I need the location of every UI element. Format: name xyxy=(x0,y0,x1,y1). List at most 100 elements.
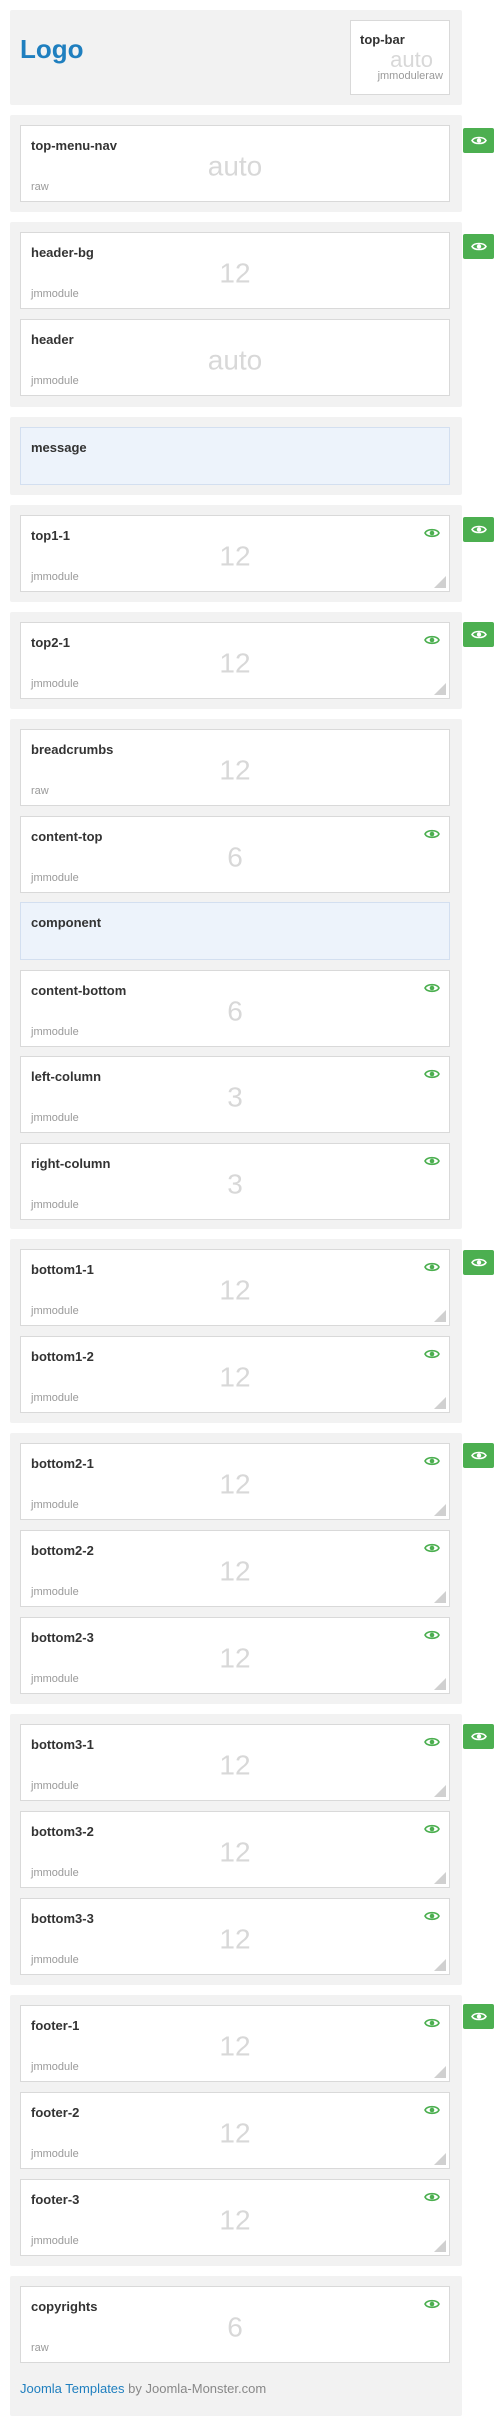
position-bottom3-1[interactable]: bottom3-1 12 jmmodule xyxy=(20,1724,450,1801)
eye-icon[interactable] xyxy=(424,2191,440,2203)
section-visibility-toggle[interactable] xyxy=(463,1724,494,1749)
eye-icon[interactable] xyxy=(424,828,440,840)
section-visibility-toggle[interactable] xyxy=(463,1250,494,1275)
position-type: raw xyxy=(31,785,49,797)
position-size: 12 xyxy=(219,1468,251,1500)
position-copyrights[interactable]: copyrights 6 raw xyxy=(20,2286,450,2363)
eye-icon xyxy=(470,525,487,534)
position-size: 12 xyxy=(219,2030,251,2062)
resize-handle-icon[interactable] xyxy=(434,683,446,695)
eye-icon[interactable] xyxy=(424,527,440,539)
eye-icon[interactable] xyxy=(424,1348,440,1360)
position-top2-1[interactable]: top2-1 12 jmmodule xyxy=(20,622,450,699)
position-bottom3-2[interactable]: bottom3-2 12 jmmodule xyxy=(20,1811,450,1888)
resize-handle-icon[interactable] xyxy=(434,1959,446,1971)
position-bottom3-3[interactable]: bottom3-3 12 jmmodule xyxy=(20,1898,450,1975)
section-visibility-toggle[interactable] xyxy=(463,2004,494,2029)
main-section: breadcrumbs 12 raw content-top 6 jmmodul… xyxy=(10,719,462,1229)
position-content-bottom[interactable]: content-bottom 6 jmmodule xyxy=(20,970,450,1047)
eye-icon[interactable] xyxy=(424,2104,440,2116)
position-type: jmmodule xyxy=(31,1499,79,1511)
section-visibility-toggle[interactable] xyxy=(463,234,494,259)
eye-icon[interactable] xyxy=(424,2298,440,2310)
position-size: 12 xyxy=(219,1555,251,1587)
resize-handle-icon[interactable] xyxy=(434,1310,446,1322)
eye-icon[interactable] xyxy=(424,1542,440,1554)
position-right-column[interactable]: right-column 3 jmmodule xyxy=(20,1143,450,1220)
resize-handle-icon[interactable] xyxy=(434,1504,446,1516)
position-size: 3 xyxy=(227,1168,243,1200)
position-content-top[interactable]: content-top 6 jmmodule xyxy=(20,816,450,893)
resize-handle-icon[interactable] xyxy=(434,1591,446,1603)
eye-icon[interactable] xyxy=(424,1910,440,1922)
joomla-templates-link[interactable]: Joomla Templates xyxy=(20,2381,125,2396)
eye-icon xyxy=(470,136,487,145)
resize-handle-icon[interactable] xyxy=(434,1397,446,1409)
position-bottom1-2[interactable]: bottom1-2 12 jmmodule xyxy=(20,1336,450,1413)
bottom3-section: bottom3-1 12 jmmodule bottom3-2 12 jmmod… xyxy=(10,1714,462,1985)
bottom2-section: bottom2-1 12 jmmodule bottom2-2 12 jmmod… xyxy=(10,1433,462,1704)
position-size: 12 xyxy=(219,1923,251,1955)
eye-icon[interactable] xyxy=(424,1455,440,1467)
position-top-menu-nav[interactable]: top-menu-nav auto raw xyxy=(20,125,450,202)
resize-handle-icon[interactable] xyxy=(434,1872,446,1884)
credit-text: Joomla Templates by Joomla-Monster.com xyxy=(20,2381,266,2396)
resize-handle-icon[interactable] xyxy=(434,1678,446,1690)
position-bottom1-1[interactable]: bottom1-1 12 jmmodule xyxy=(20,1249,450,1326)
position-bottom2-3[interactable]: bottom2-3 12 jmmodule xyxy=(20,1617,450,1694)
eye-icon[interactable] xyxy=(424,2017,440,2029)
section-visibility-toggle[interactable] xyxy=(463,128,494,153)
resize-handle-icon[interactable] xyxy=(434,2066,446,2078)
bottom1-section: bottom1-1 12 jmmodule bottom1-2 12 jmmod… xyxy=(10,1239,462,1423)
position-breadcrumbs[interactable]: breadcrumbs 12 raw xyxy=(20,729,450,806)
eye-icon[interactable] xyxy=(424,1823,440,1835)
position-footer-3[interactable]: footer-3 12 jmmodule xyxy=(20,2179,450,2256)
position-type: jmmodule xyxy=(31,678,79,690)
position-bottom2-2[interactable]: bottom2-2 12 jmmodule xyxy=(20,1530,450,1607)
resize-handle-icon[interactable] xyxy=(434,2153,446,2165)
position-top-bar[interactable]: top-bar auto jmmoduleraw xyxy=(350,20,450,95)
eye-icon[interactable] xyxy=(424,1736,440,1748)
eye-icon[interactable] xyxy=(424,982,440,994)
section-visibility-toggle[interactable] xyxy=(463,517,494,542)
position-size: 3 xyxy=(227,1081,243,1113)
position-message[interactable]: message xyxy=(20,427,450,485)
position-size: 12 xyxy=(219,2117,251,2149)
position-bottom2-1[interactable]: bottom2-1 12 jmmodule xyxy=(20,1443,450,1520)
position-name: top-bar xyxy=(360,32,405,47)
eye-icon[interactable] xyxy=(424,634,440,646)
position-top1-1[interactable]: top1-1 12 jmmodule xyxy=(20,515,450,592)
position-header-bg[interactable]: header-bg 12 jmmodule xyxy=(20,232,450,309)
position-size: 12 xyxy=(219,1274,251,1306)
logo: Logo xyxy=(20,34,84,64)
position-header[interactable]: header auto jmmodule xyxy=(20,319,450,396)
eye-icon[interactable] xyxy=(424,1261,440,1273)
footer-section: footer-1 12 jmmodule footer-2 12 jmmodul… xyxy=(10,1995,462,2266)
eye-icon[interactable] xyxy=(424,1629,440,1641)
eye-icon xyxy=(470,1451,487,1460)
resize-handle-icon[interactable] xyxy=(434,2240,446,2252)
position-size: 12 xyxy=(219,1642,251,1674)
position-name: component xyxy=(31,915,102,930)
resize-handle-icon[interactable] xyxy=(434,576,446,588)
eye-icon xyxy=(470,2012,487,2021)
position-type: jmmodule xyxy=(31,2148,79,2160)
position-size: 12 xyxy=(219,647,251,679)
position-type: jmmodule xyxy=(31,872,79,884)
resize-handle-icon[interactable] xyxy=(434,1785,446,1797)
eye-icon[interactable] xyxy=(424,1155,440,1167)
position-footer-2[interactable]: footer-2 12 jmmodule xyxy=(20,2092,450,2169)
position-size: 12 xyxy=(219,1749,251,1781)
position-type: jmmodule xyxy=(31,1026,79,1038)
eye-icon xyxy=(470,242,487,251)
position-left-column[interactable]: left-column 3 jmmodule xyxy=(20,1056,450,1133)
position-type: jmmodule xyxy=(31,1954,79,1966)
position-footer-1[interactable]: footer-1 12 jmmodule xyxy=(20,2005,450,2082)
position-size: 6 xyxy=(227,995,243,1027)
position-type: jmmodule xyxy=(31,1305,79,1317)
section-visibility-toggle[interactable] xyxy=(463,1443,494,1468)
position-size: 12 xyxy=(219,2204,251,2236)
section-visibility-toggle[interactable] xyxy=(463,622,494,647)
position-component[interactable]: component xyxy=(20,902,450,960)
eye-icon[interactable] xyxy=(424,1068,440,1080)
